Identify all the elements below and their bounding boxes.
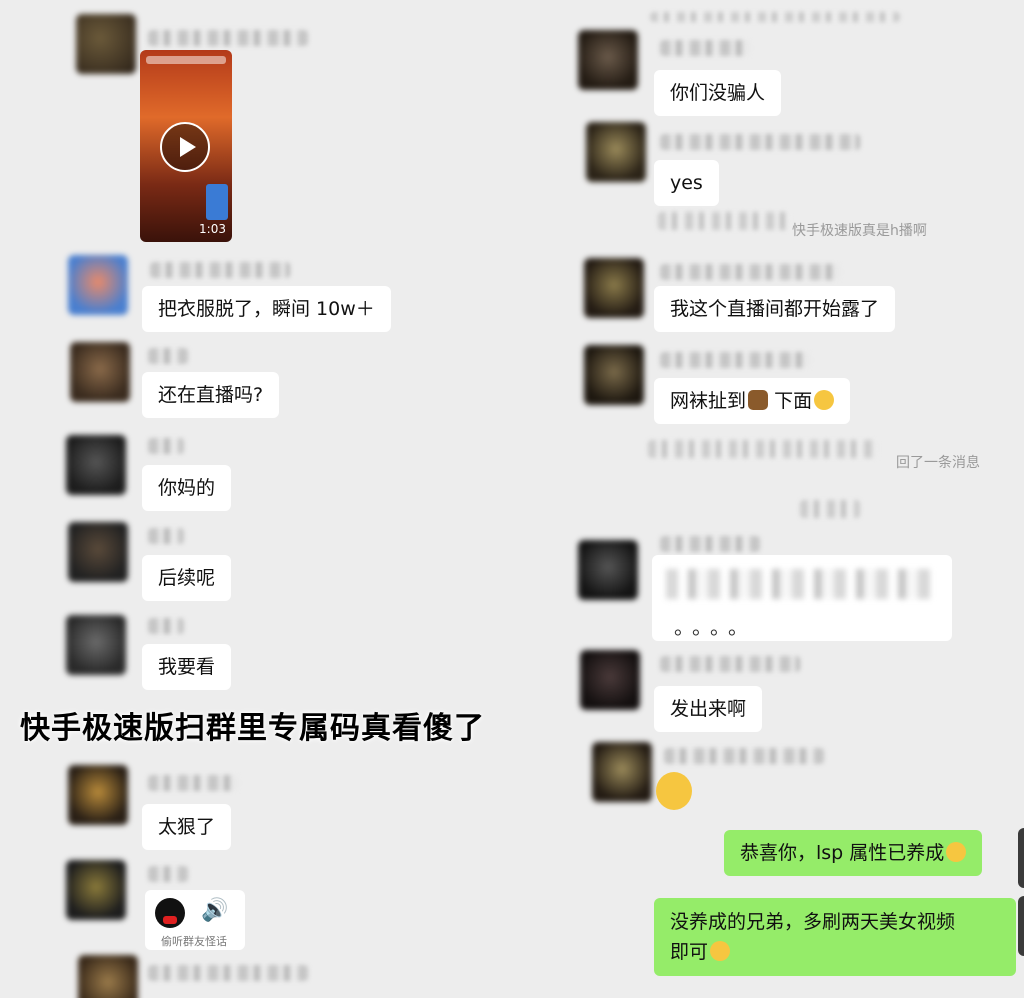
avatar[interactable] bbox=[68, 522, 128, 582]
message-text: 我这个直播间都开始露了 bbox=[670, 298, 880, 320]
avatar[interactable] bbox=[578, 30, 638, 90]
overlay-caption: 快手极速版扫群里专属码真看傻了 bbox=[20, 711, 485, 746]
message-bubble[interactable]: yes bbox=[654, 160, 719, 206]
message-text: 你妈的 bbox=[158, 477, 216, 499]
emoji-icon bbox=[710, 941, 731, 961]
play-icon[interactable] bbox=[160, 122, 210, 172]
avatar[interactable] bbox=[68, 765, 128, 825]
blurred-system-note bbox=[800, 500, 860, 518]
avatar[interactable] bbox=[66, 615, 126, 675]
message-text: 下面 bbox=[774, 390, 813, 412]
own-avatar[interactable] bbox=[1018, 896, 1024, 956]
avatar[interactable] bbox=[70, 342, 130, 402]
avatar[interactable] bbox=[592, 742, 652, 802]
blurred-username bbox=[148, 866, 188, 882]
message-bubble[interactable]: 网袜扯到 下面 bbox=[654, 378, 851, 424]
blurred-username bbox=[148, 775, 238, 791]
own-avatar[interactable] bbox=[1018, 828, 1024, 888]
message-bubble[interactable]: 你们没骗人 bbox=[654, 70, 782, 116]
blurred-system-note bbox=[650, 12, 900, 22]
right-chat-screenshot: 你们没骗人 yes 快手极速版真是h播啊 我这个直播间都开始露了 网袜扯到 下面… bbox=[540, 0, 1024, 998]
video-side-panel bbox=[206, 184, 228, 220]
message-bubble[interactable]: 我这个直播间都开始露了 bbox=[654, 286, 896, 332]
smile-emoji-icon bbox=[814, 390, 835, 410]
message-text: 网袜扯到 bbox=[670, 390, 747, 412]
avatar[interactable] bbox=[586, 122, 646, 182]
video-message[interactable]: 1:03 bbox=[140, 50, 232, 242]
message-text: 后续呢 bbox=[158, 567, 216, 589]
avatar[interactable] bbox=[78, 955, 138, 998]
message-bubble[interactable]: 太狠了 bbox=[142, 804, 232, 850]
avatar[interactable] bbox=[584, 345, 644, 405]
blurred-username bbox=[664, 748, 824, 764]
message-bubble[interactable]: 还在直播吗? bbox=[142, 372, 280, 418]
voice-message[interactable]: 🔊 偷听群友怪话 bbox=[145, 890, 245, 950]
message-text: 恭喜你，lsp 属性已养成 bbox=[740, 842, 945, 864]
blurred-username bbox=[660, 656, 800, 672]
avatar[interactable] bbox=[580, 650, 640, 710]
message-bubble[interactable]: 把衣服脱了，瞬间 10w＋ bbox=[142, 286, 391, 332]
message-bubble[interactable]: 后续呢 bbox=[142, 555, 232, 601]
avatar[interactable] bbox=[68, 255, 128, 315]
message-dots: 。。。。 bbox=[674, 615, 756, 639]
avatar[interactable] bbox=[66, 435, 126, 495]
bear-emoji-icon bbox=[748, 390, 769, 410]
message-text: 把衣服脱了，瞬间 10w＋ bbox=[158, 298, 375, 320]
blurred-username bbox=[148, 618, 184, 634]
blurred-system-note bbox=[648, 440, 878, 458]
avatar[interactable] bbox=[584, 258, 644, 318]
blurred-username bbox=[660, 536, 760, 552]
blurred-username bbox=[148, 528, 184, 544]
message-text: yes bbox=[670, 172, 703, 194]
message-bubble[interactable]: 你妈的 bbox=[142, 465, 232, 511]
system-note: 快手极速版真是h播啊 bbox=[792, 223, 927, 239]
blurred-username bbox=[148, 438, 184, 454]
message-text: 即可 bbox=[670, 941, 709, 963]
blurred-username bbox=[148, 30, 308, 46]
blurred-username bbox=[660, 40, 750, 56]
system-note: 回了一条消息 bbox=[896, 455, 980, 471]
blurred-username bbox=[150, 262, 290, 278]
message-bubble[interactable]: 发出来啊 bbox=[654, 686, 763, 732]
message-text: 太狠了 bbox=[158, 816, 216, 838]
avatar[interactable] bbox=[76, 14, 136, 74]
blurred-username bbox=[148, 965, 308, 981]
own-message-bubble[interactable]: 没养成的兄弟，多刷两天美女视频 即可 bbox=[654, 898, 1016, 976]
avatar[interactable] bbox=[66, 860, 126, 920]
qq-penguin-icon bbox=[155, 898, 185, 928]
blurred-username bbox=[660, 264, 840, 280]
message-text: 发出来啊 bbox=[670, 698, 747, 720]
emoji-icon bbox=[946, 842, 967, 862]
message-text: 你们没骗人 bbox=[670, 82, 766, 104]
blurred-message-bubble[interactable]: 。。。。 bbox=[652, 555, 952, 641]
video-header-bar bbox=[146, 56, 226, 64]
blurred-username bbox=[660, 352, 810, 368]
speaker-icon: 🔊 bbox=[201, 898, 229, 923]
video-duration: 1:03 bbox=[199, 222, 226, 236]
blurred-text bbox=[666, 569, 936, 599]
blurred-username bbox=[148, 348, 188, 364]
left-chat-screenshot: 1:03 把衣服脱了，瞬间 10w＋ 还在直播吗? 你妈的 后续呢 我要看 太狠… bbox=[0, 0, 540, 998]
blurred-system-note bbox=[658, 212, 790, 230]
blurred-username bbox=[660, 134, 860, 150]
avatar[interactable] bbox=[578, 540, 638, 600]
own-message-bubble[interactable]: 恭喜你，lsp 属性已养成 bbox=[724, 830, 983, 876]
message-text: 我要看 bbox=[158, 656, 216, 678]
message-text: 没养成的兄弟，多刷两天美女视频 bbox=[670, 911, 956, 933]
message-text: 还在直播吗? bbox=[158, 384, 264, 406]
voice-caption: 偷听群友怪话 bbox=[161, 935, 227, 948]
message-bubble[interactable]: 我要看 bbox=[142, 644, 232, 690]
emoji-sticker[interactable] bbox=[656, 772, 692, 810]
